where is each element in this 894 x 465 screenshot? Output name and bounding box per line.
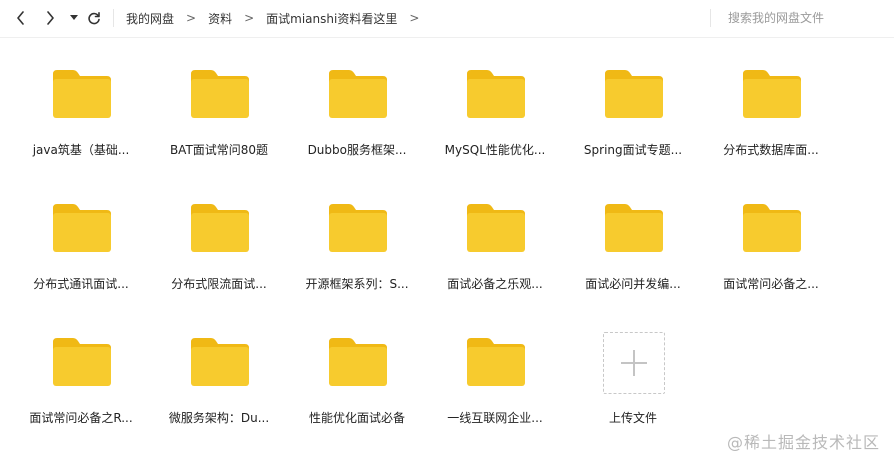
folder-name: 面试常问必备之... xyxy=(723,277,819,291)
folder-name: BAT面试常问80题 xyxy=(169,143,269,157)
folder-name: Dubbo服务框架... xyxy=(307,143,407,157)
breadcrumb-item-my-drive[interactable]: 我的网盘 xyxy=(126,10,174,27)
folder-icon xyxy=(329,70,387,118)
folder-item[interactable]: 微服务架构：Du... xyxy=(150,322,288,456)
folder-icon xyxy=(605,70,663,118)
folder-item[interactable]: 性能优化面试必备 xyxy=(288,322,426,456)
folder-item[interactable]: MySQL性能优化... xyxy=(426,54,564,188)
folder-icon xyxy=(329,338,387,386)
folder-item[interactable]: 面试常问必备之... xyxy=(702,188,840,322)
folder-icon xyxy=(53,338,111,386)
folder-item[interactable]: Dubbo服务框架... xyxy=(288,54,426,188)
breadcrumb-item-materials[interactable]: 资料 xyxy=(208,10,232,27)
back-button[interactable] xyxy=(12,8,30,28)
folder-item[interactable]: BAT面试常问80题 xyxy=(150,54,288,188)
upload-tile[interactable]: 上传文件 xyxy=(564,322,702,456)
folder-item[interactable]: Spring面试专题... xyxy=(564,54,702,188)
folder-icon xyxy=(191,204,249,252)
toolbar-divider xyxy=(113,9,114,27)
refresh-icon xyxy=(88,11,100,25)
folder-icon xyxy=(191,70,249,118)
folder-item[interactable]: 面试常问必备之R... xyxy=(12,322,150,456)
folder-item[interactable]: 分布式通讯面试... xyxy=(12,188,150,322)
folder-icon xyxy=(743,204,801,252)
folder-name: 分布式通讯面试... xyxy=(33,277,129,291)
folder-name: 性能优化面试必备 xyxy=(308,411,405,425)
folder-item[interactable]: 开源框架系列：S... xyxy=(288,188,426,322)
folder-icon xyxy=(53,204,111,252)
folder-name: java筑基（基础... xyxy=(32,143,130,157)
folder-item[interactable]: 分布式数据库面... xyxy=(702,54,840,188)
folder-icon xyxy=(191,338,249,386)
caret-down-icon xyxy=(70,15,78,20)
folder-item[interactable]: 面试必问并发编... xyxy=(564,188,702,322)
folder-name: 微服务架构：Du... xyxy=(168,411,270,425)
folder-name: 分布式数据库面... xyxy=(723,143,819,157)
watermark: @稀土掘金技术社区 xyxy=(726,433,880,452)
breadcrumb-item-current-folder[interactable]: 面试mianshi资料看这里 xyxy=(266,10,397,27)
folder-name: 开源框架系列：S... xyxy=(305,277,409,291)
folder-icon xyxy=(329,204,387,252)
folder-icon xyxy=(53,70,111,118)
folder-name: 面试必备之乐观... xyxy=(447,277,543,291)
folder-name: 面试必问并发编... xyxy=(585,277,681,291)
folder-name: 面试常问必备之R... xyxy=(29,411,133,425)
forward-button[interactable] xyxy=(41,8,59,28)
folder-name: 一线互联网企业... xyxy=(447,411,543,425)
file-grid: java筑基（基础... BAT面试常问80题 Dubbo服务框架... MyS… xyxy=(12,54,842,456)
breadcrumb-separator[interactable]: > xyxy=(409,11,419,25)
breadcrumb-separator: > xyxy=(244,11,255,25)
folder-icon xyxy=(605,204,663,252)
folder-item[interactable]: 面试必备之乐观... xyxy=(426,188,564,322)
search-divider xyxy=(710,9,711,27)
chevron-right-icon xyxy=(47,11,54,25)
breadcrumb: 我的网盘 > 资料 > 面试mianshi资料看这里 > xyxy=(126,9,431,27)
folder-name: Spring面试专题... xyxy=(583,143,683,157)
upload-button[interactable] xyxy=(603,332,665,394)
folder-item[interactable]: 一线互联网企业... xyxy=(426,322,564,456)
breadcrumb-separator: > xyxy=(186,11,197,25)
folder-name: 分布式限流面试... xyxy=(171,277,267,291)
folder-icon xyxy=(743,70,801,118)
folder-icon xyxy=(467,70,525,118)
top-toolbar: 我的网盘 > 资料 > 面试mianshi资料看这里 > xyxy=(0,0,894,38)
upload-label: 上传文件 xyxy=(608,411,657,425)
folder-name: MySQL性能优化... xyxy=(444,143,546,157)
folder-icon xyxy=(467,338,525,386)
plus-icon xyxy=(621,350,647,376)
search-input[interactable] xyxy=(728,9,878,27)
chevron-left-icon xyxy=(17,11,24,25)
history-dropdown-button[interactable] xyxy=(67,8,81,28)
refresh-button[interactable] xyxy=(85,8,103,28)
folder-item[interactable]: java筑基（基础... xyxy=(12,54,150,188)
folder-item[interactable]: 分布式限流面试... xyxy=(150,188,288,322)
folder-icon xyxy=(467,204,525,252)
